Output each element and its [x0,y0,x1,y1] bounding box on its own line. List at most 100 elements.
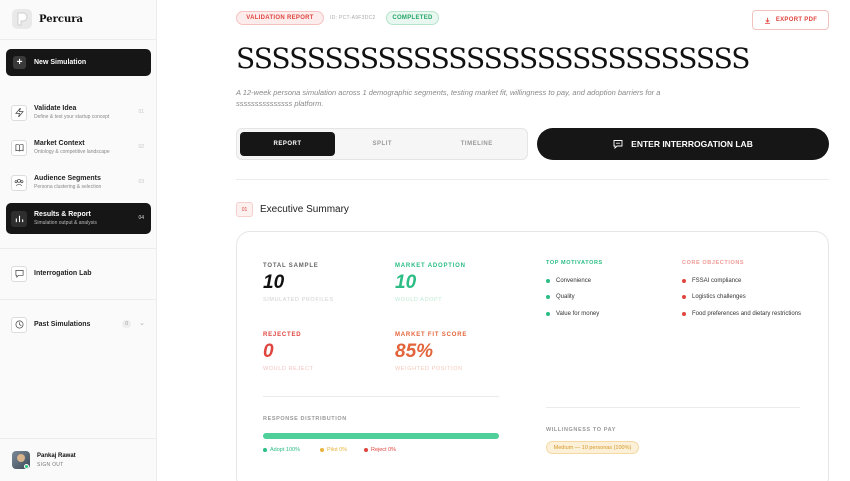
interrogation-button-label: ENTER INTERROGATION LAB [631,139,753,149]
legend-adopt: Adopt 100% [263,447,300,453]
sidebar-item-title: Results & Report [34,211,91,218]
sidebar-item-title: Audience Segments [34,175,101,182]
sidebar-item-past-simulations[interactable]: Past Simulations 0 ⌄ [6,309,151,340]
total-sample-sub: SIMULATED PROFILES [263,297,334,303]
legend-dot [364,448,368,452]
sidebar-item-title: Validate Idea [34,105,77,112]
main-divider [236,179,829,180]
bullet-dot [682,279,686,283]
sidebar-item-audience-segments[interactable]: Audience Segments Persona clustering & s… [6,167,151,198]
section-number: 01 [236,202,253,217]
bar-chart-icon [11,210,27,227]
market-adoption-value: 10 [395,272,417,293]
legend-pilot-label: Pilot 0% [327,447,348,453]
tab-split[interactable]: SPLIT [335,132,430,156]
tab-report[interactable]: REPORT [240,132,335,156]
sidebar-item-subtitle: Define & test your startup concept [34,114,110,120]
bullet-dot [546,295,550,299]
executive-summary-card [236,231,829,481]
sidebar-item-validate-idea[interactable]: Validate Idea Define & test your startup… [6,97,151,128]
legend-adopt-label: Adopt 100% [270,447,300,453]
status-badge: COMPLETED [386,11,439,25]
view-tabs: REPORT SPLIT TIMELINE [236,128,528,160]
chevron-down-icon[interactable]: ⌄ [139,319,145,327]
motivator-item: Quality [546,293,575,302]
core-objections-title: CORE OBJECTIONS [682,260,745,266]
user-name: Pankaj Rawat [37,452,76,459]
motivator-item: Value for money [546,310,599,319]
top-motivators-title: TOP MOTIVATORS [546,260,603,266]
new-simulation-button[interactable]: + New Simulation [6,49,151,76]
percura-logo-icon [12,9,32,29]
objection-text: FSSAI compliance [692,278,742,284]
response-distribution-title: RESPONSE DISTRIBUTION [263,416,347,422]
sidebar-item-title: Interrogation Lab [34,270,92,277]
objection-text: Food preferences and dietary restriction… [692,311,802,317]
sidebar-item-title: Market Context [34,140,85,147]
past-simulations-count: 0 [122,320,131,328]
new-simulation-label: New Simulation [34,59,87,66]
total-sample-value: 10 [263,272,285,293]
card-divider [546,407,800,408]
sidebar-divider [0,438,157,439]
legend-pilot: Pilot 0% [320,447,347,453]
sidebar-item-number: 03 [138,179,144,185]
brand[interactable]: Percura [12,9,83,29]
market-adoption-label: MARKET ADOPTION [395,263,466,269]
sidebar-divider [0,299,157,300]
objection-item: Logistics challenges [682,293,746,302]
sidebar-item-number: 04 [138,215,144,221]
sidebar-item-subtitle: Simulation output & analysis [34,220,97,226]
market-fit-value: 85% [395,341,434,362]
online-status-dot [24,464,29,469]
download-icon [764,17,770,24]
sidebar-item-market-context[interactable]: Market Context Ontology & competitive la… [6,132,151,163]
legend-dot [263,448,267,452]
sidebar-item-number: 02 [138,144,144,150]
brand-name: Percura [39,13,83,25]
objection-text: Logistics challenges [692,294,746,300]
sidebar-item-subtitle: Persona clustering & selection [34,184,102,190]
total-sample-label: TOTAL SAMPLE [263,263,319,269]
chat-icon [613,140,623,149]
motivator-text: Convenience [556,278,592,284]
rejected-sub: WOULD REJECT [263,366,314,372]
page-title: SSSSSSSSSSSSSSSSSSSSSSSSSSSSS [236,42,750,75]
bullet-dot [546,312,550,316]
export-pdf-label: EXPORT PDF [775,17,818,23]
chat-icon [11,265,27,282]
bullet-dot [682,295,686,299]
report-id: ID: PCT-A9F3DC2 [330,15,376,21]
motivator-text: Value for money [556,311,600,317]
motivator-text: Quality [556,294,575,300]
legend-dot [320,448,324,452]
sidebar: Percura + New Simulation Validate Idea D… [0,0,157,481]
export-pdf-button[interactable]: EXPORT PDF [752,10,829,30]
market-adoption-sub: WOULD ADOPT [395,297,443,303]
clock-icon [11,316,27,333]
objection-item: FSSAI compliance [682,277,741,286]
sidebar-item-interrogation-lab[interactable]: Interrogation Lab [6,258,151,289]
motivator-item: Convenience [546,277,591,286]
card-divider [263,396,499,397]
bullet-dot [682,312,686,316]
lightning-icon [11,104,27,121]
sidebar-divider [0,39,157,40]
market-fit-sub: WEIGHTED POSITION [395,366,463,372]
validation-report-badge: VALIDATION REPORT [236,11,324,25]
sidebar-item-results-report[interactable]: Results & Report Simulation output & ana… [6,203,151,234]
objection-item: Food preferences and dietary restriction… [682,310,802,319]
page-description: A 12-week persona simulation across 1 de… [236,88,661,108]
plus-icon: + [13,56,26,69]
enter-interrogation-lab-button[interactable]: ENTER INTERROGATION LAB [537,128,829,160]
user-profile[interactable]: Pankaj Rawat SIGN OUT [12,451,76,469]
market-fit-label: MARKET FIT SCORE [395,332,468,338]
sign-out-link[interactable]: SIGN OUT [37,462,76,468]
rejected-value: 0 [263,341,274,362]
users-icon [11,174,27,191]
willingness-to-pay-title: WILLINGNESS TO PAY [546,427,616,433]
legend-reject-label: Reject 0% [371,447,397,453]
tab-timeline[interactable]: TIMELINE [430,132,525,156]
rejected-label: REJECTED [263,332,302,338]
sidebar-divider [0,248,157,249]
